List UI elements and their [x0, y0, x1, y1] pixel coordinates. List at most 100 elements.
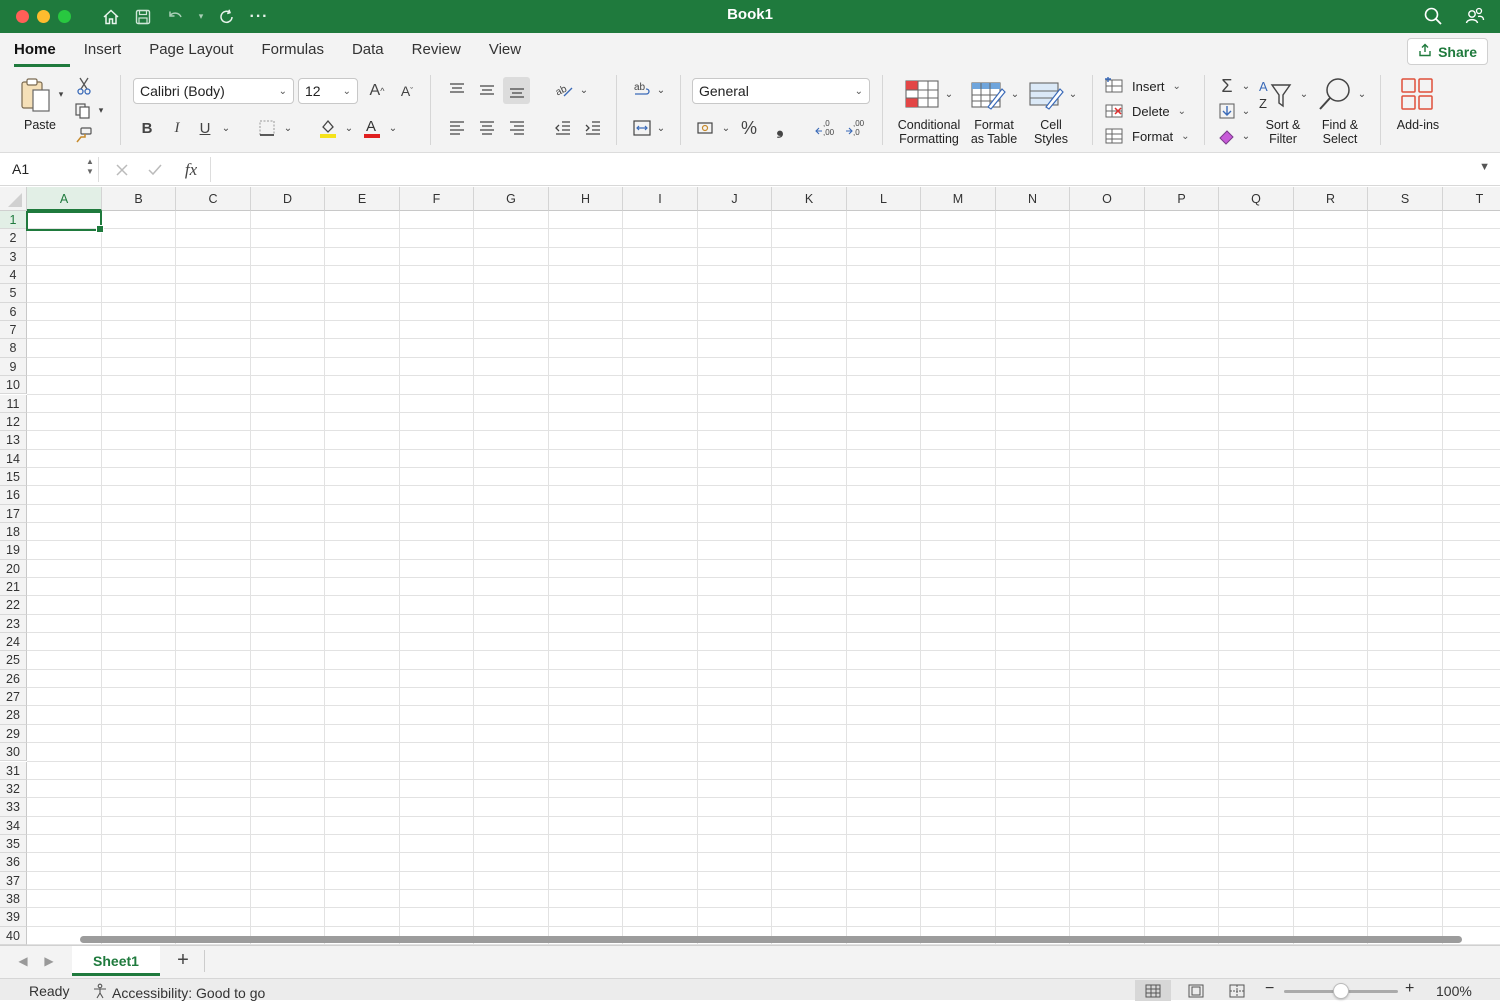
orientation-icon[interactable]: ab [552, 79, 576, 101]
next-sheet-icon[interactable]: ▶ [42, 954, 56, 968]
copy-icon[interactable] [72, 101, 94, 121]
column-header[interactable]: N [996, 187, 1070, 211]
row-header[interactable]: 35 [0, 834, 27, 854]
zoom-slider-knob[interactable] [1333, 983, 1349, 999]
tab-home[interactable]: Home [14, 41, 70, 67]
row-header[interactable]: 24 [0, 633, 27, 652]
align-center-icon[interactable] [476, 117, 498, 139]
tab-data[interactable]: Data [338, 41, 398, 67]
row-header[interactable]: 9 [0, 357, 27, 377]
row-header[interactable]: 39 [0, 908, 27, 927]
align-left-icon[interactable] [446, 117, 468, 139]
fill-color-dropdown-chevron-icon[interactable]: ⌄ [343, 122, 355, 134]
format-as-table-icon[interactable] [968, 77, 1008, 113]
column-header[interactable]: E [325, 187, 400, 211]
insert-cells-button[interactable]: Insert ⌄ [1104, 75, 1194, 97]
percent-style-button[interactable]: % [738, 117, 760, 139]
row-header[interactable]: 38 [0, 889, 27, 909]
wrap-text-dropdown-chevron-icon[interactable]: ⌄ [655, 84, 667, 96]
row-header[interactable]: 18 [0, 522, 27, 542]
minimize-window-button[interactable] [37, 10, 50, 23]
merge-center-icon[interactable] [630, 117, 654, 139]
close-window-button[interactable] [16, 10, 29, 23]
save-icon[interactable] [133, 7, 153, 27]
select-all-corner[interactable] [0, 187, 27, 211]
increase-decimal-icon[interactable]: ,0,00 [814, 117, 838, 139]
row-header[interactable]: 14 [0, 449, 27, 468]
borders-dropdown-chevron-icon[interactable]: ⌄ [282, 122, 294, 134]
normal-view-icon[interactable] [1135, 980, 1171, 1001]
conditional-formatting-chevron-icon[interactable]: ⌄ [943, 88, 955, 100]
row-header[interactable]: 25 [0, 651, 27, 670]
row-header[interactable]: 28 [0, 706, 27, 725]
row-header[interactable]: 8 [0, 339, 27, 358]
confirm-entry-icon[interactable] [144, 159, 166, 181]
column-header[interactable]: C [176, 187, 251, 211]
fill-icon[interactable] [1216, 100, 1238, 122]
column-header[interactable]: A [27, 187, 102, 211]
share-button[interactable]: Share [1407, 38, 1488, 65]
paste-dropdown-chevron-icon[interactable]: ▾ [56, 89, 66, 99]
row-header[interactable]: 3 [0, 247, 27, 267]
row-header[interactable]: 20 [0, 559, 27, 578]
cut-icon[interactable] [74, 76, 94, 96]
column-header[interactable]: P [1145, 187, 1219, 211]
row-header[interactable]: 22 [0, 596, 27, 615]
row-header[interactable]: 15 [0, 467, 27, 487]
insert-function-button[interactable]: fx [180, 159, 202, 181]
column-header[interactable]: L [847, 187, 921, 211]
row-header[interactable]: 21 [0, 578, 27, 597]
row-header[interactable]: 26 [0, 669, 27, 689]
sort-filter-chevron-icon[interactable]: ⌄ [1298, 88, 1310, 100]
row-header[interactable]: 4 [0, 266, 27, 285]
find-select-chevron-icon[interactable]: ⌄ [1356, 88, 1368, 100]
decrease-indent-icon[interactable] [552, 117, 574, 139]
tab-insert[interactable]: Insert [70, 41, 136, 67]
bottom-align-icon[interactable] [503, 77, 530, 104]
autosum-icon[interactable]: Σ [1216, 75, 1238, 97]
page-layout-view-icon[interactable] [1178, 980, 1214, 1001]
zoom-window-button[interactable] [58, 10, 71, 23]
row-header[interactable]: 33 [0, 798, 27, 817]
tab-view[interactable]: View [475, 41, 535, 67]
row-header[interactable]: 17 [0, 504, 27, 523]
underline-dropdown-chevron-icon[interactable]: ⌄ [220, 122, 232, 134]
undo-dropdown-chevron-icon[interactable]: ▾ [197, 7, 205, 27]
middle-align-icon[interactable] [476, 79, 498, 101]
font-size-dropdown[interactable]: 12 ⌄ [298, 78, 358, 104]
comma-style-button[interactable]: ❟ [770, 117, 790, 139]
row-header[interactable]: 12 [0, 412, 27, 432]
copy-dropdown-chevron-icon[interactable]: ▾ [96, 105, 106, 115]
column-header[interactable]: H [549, 187, 623, 211]
collaborate-icon[interactable] [1464, 5, 1486, 27]
underline-button[interactable]: U [196, 118, 214, 138]
italic-button[interactable]: I [168, 118, 186, 138]
column-header[interactable]: T [1443, 187, 1500, 211]
column-header[interactable]: O [1070, 187, 1145, 211]
column-header[interactable]: J [698, 187, 772, 211]
row-header[interactable]: 40 [0, 926, 27, 945]
fill-chevron-icon[interactable]: ⌄ [1240, 105, 1252, 117]
column-header[interactable]: Q [1219, 187, 1294, 211]
column-header[interactable]: R [1294, 187, 1368, 211]
page-break-view-icon[interactable] [1219, 980, 1255, 1001]
row-header[interactable]: 19 [0, 541, 27, 560]
delete-cells-button[interactable]: Delete ⌄ [1104, 100, 1194, 122]
column-header[interactable]: S [1368, 187, 1443, 211]
row-header[interactable]: 32 [0, 779, 27, 799]
row-header[interactable]: 37 [0, 871, 27, 890]
format-cells-button[interactable]: Format ⌄ [1104, 125, 1194, 147]
sheet-tab-sheet1[interactable]: Sheet1 [72, 946, 160, 976]
spreadsheet-grid[interactable]: A B C D E F G H I J K L M N O P Q R S T 1 2 3 4 5 6 7 8 9 10 11 12 13 14 1… [0, 187, 1500, 945]
column-header[interactable]: K [772, 187, 847, 211]
more-icon[interactable]: ··· [249, 7, 269, 27]
paste-icon[interactable] [16, 75, 56, 115]
name-box-stepper-icon[interactable]: ▲ ▼ [86, 157, 94, 177]
conditional-formatting-icon[interactable] [902, 77, 942, 113]
font-color-icon[interactable]: A [360, 116, 384, 140]
row-header[interactable]: 5 [0, 284, 27, 303]
format-as-table-chevron-icon[interactable]: ⌄ [1009, 88, 1021, 100]
find-select-icon[interactable] [1316, 75, 1356, 113]
horizontal-scrollbar[interactable] [80, 936, 1462, 943]
undo-icon[interactable] [165, 7, 185, 27]
